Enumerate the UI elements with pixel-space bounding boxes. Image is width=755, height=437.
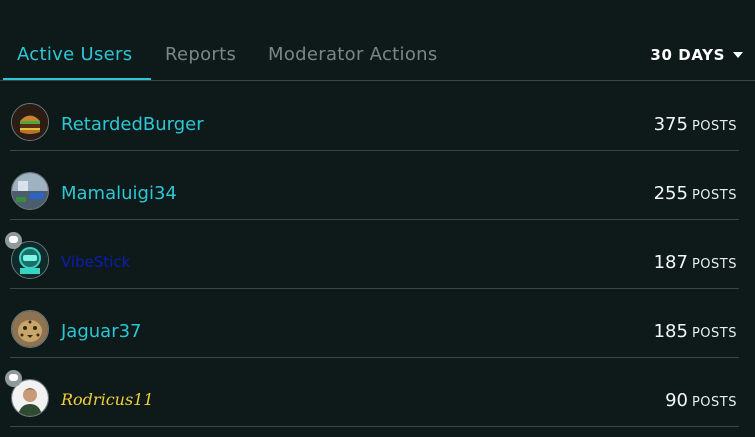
post-count-label: POSTS	[691, 326, 737, 341]
post-count-label: POSTS	[691, 395, 737, 410]
caret-down-icon	[733, 52, 743, 58]
tab-bar-divider	[0, 80, 755, 81]
post-count: 255 POSTS	[654, 183, 737, 204]
username-link[interactable]: Rodricus11	[61, 390, 154, 409]
username-link[interactable]: VibeStick	[61, 253, 130, 271]
post-count-number: 255	[653, 183, 688, 204]
post-count-number: 90	[665, 390, 688, 411]
username-link[interactable]: RetardedBurger	[61, 114, 204, 135]
post-count: 375 POSTS	[654, 114, 737, 135]
avatar[interactable]	[11, 172, 49, 210]
user-row: RetardedBurger 375 POSTS	[0, 82, 755, 151]
tab-moderator-actions[interactable]: Moderator Actions	[268, 44, 438, 65]
post-count: 185 POSTS	[654, 321, 737, 342]
chat-badge-icon	[5, 232, 22, 249]
time-range-dropdown[interactable]: 30 DAYS	[650, 46, 743, 64]
post-count-number: 185	[653, 321, 688, 342]
post-count-number: 375	[653, 114, 688, 135]
avatar[interactable]	[11, 103, 49, 141]
user-row: Jaguar37 185 POSTS	[0, 289, 755, 358]
burger-avatar-icon	[12, 104, 48, 140]
post-count-label: POSTS	[691, 119, 737, 134]
post-count: 90 POSTS	[665, 390, 737, 411]
username-link[interactable]: Mamaluigi34	[61, 183, 177, 204]
user-row: Rodricus11 90 POSTS	[0, 358, 755, 427]
time-range-label: 30 DAYS	[650, 46, 725, 64]
chat-badge-icon	[5, 370, 22, 387]
user-row: VibeStick 187 POSTS	[0, 220, 755, 289]
scene-avatar-icon	[12, 173, 48, 209]
avatar[interactable]	[11, 310, 49, 348]
user-row: Mamaluigi34 255 POSTS	[0, 151, 755, 220]
row-divider	[10, 426, 739, 427]
active-users-list: RetardedBurger 375 POSTS Mamaluigi34 255 P…	[0, 82, 755, 427]
tab-reports[interactable]: Reports	[165, 44, 236, 65]
username-link[interactable]: Jaguar37	[61, 321, 142, 342]
post-count: 187 POSTS	[654, 252, 737, 273]
jaguar-avatar-icon	[12, 311, 48, 347]
post-count-label: POSTS	[691, 257, 737, 272]
post-count-label: POSTS	[691, 188, 737, 203]
tab-bar: Active Users Reports Moderator Actions 3…	[0, 0, 755, 82]
post-count-number: 187	[653, 252, 688, 273]
tab-active-users[interactable]: Active Users	[17, 44, 132, 65]
